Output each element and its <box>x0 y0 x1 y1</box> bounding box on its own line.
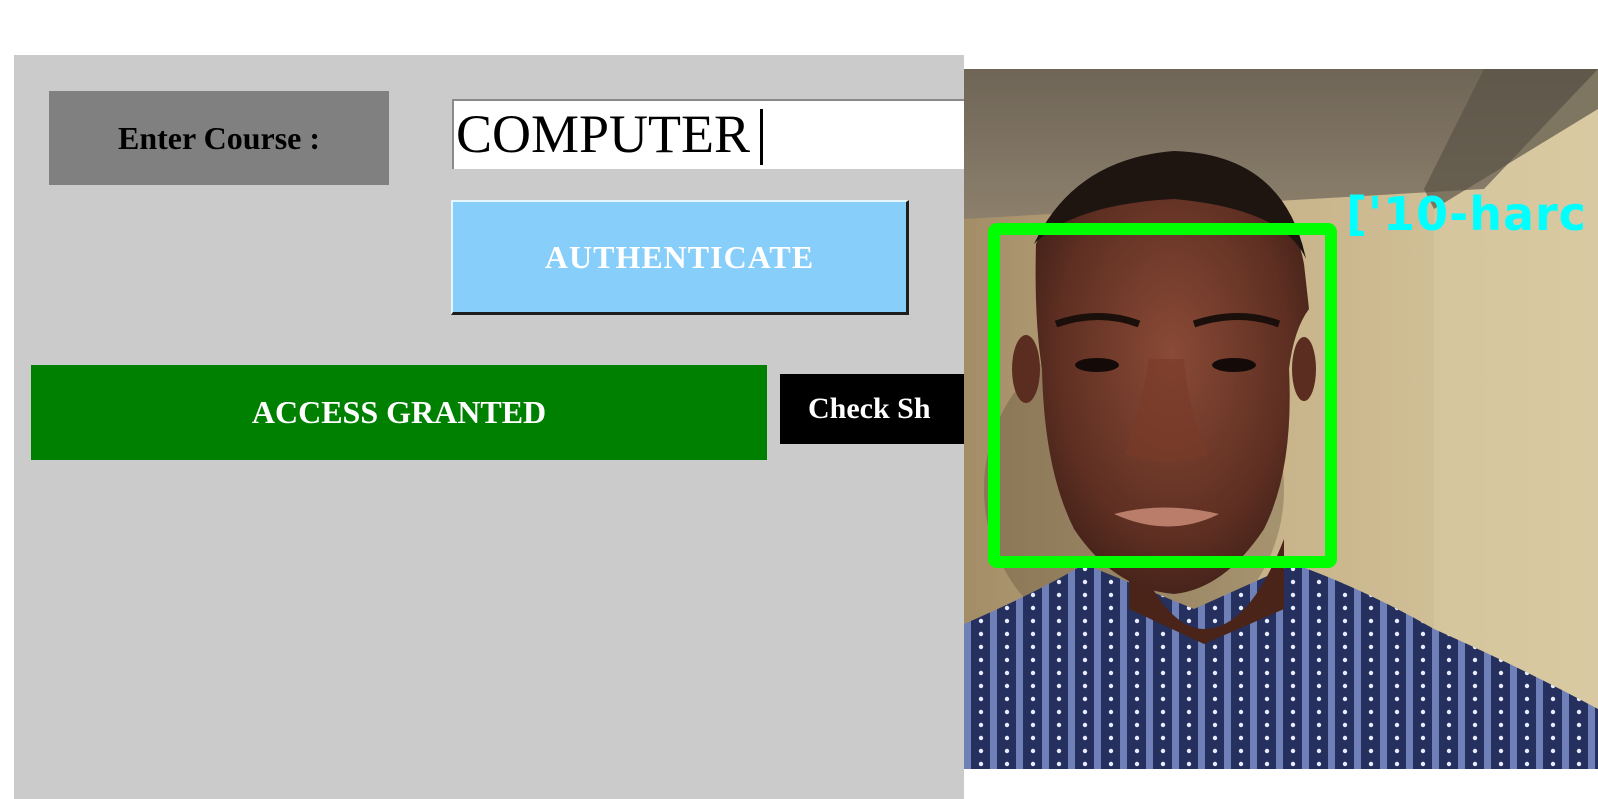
course-input-value: COMPUTER <box>456 101 764 167</box>
ear-left <box>1012 335 1040 403</box>
course-input[interactable]: COMPUTER <box>452 99 964 169</box>
eye-right <box>1212 358 1256 372</box>
ear-right <box>1292 337 1316 401</box>
enter-course-label: Enter Course : <box>49 91 389 185</box>
face-recognition-label: ['10-harc <box>1346 187 1587 241</box>
course-input-text: COMPUTER <box>456 104 751 164</box>
authenticate-button[interactable]: AUTHENTICATE <box>451 200 909 315</box>
access-status-banner: ACCESS GRANTED <box>31 365 767 460</box>
screen: Enter Course : COMPUTER AUTHENTICATE ACC… <box>0 0 1598 799</box>
course-authentication-panel: Enter Course : COMPUTER AUTHENTICATE ACC… <box>14 55 964 799</box>
check-button[interactable]: Check Sh <box>780 374 964 444</box>
camera-feed-image <box>964 69 1598 769</box>
camera-feed: ['10-harc <box>964 69 1598 769</box>
eye-left <box>1075 358 1119 372</box>
text-caret <box>760 108 764 165</box>
